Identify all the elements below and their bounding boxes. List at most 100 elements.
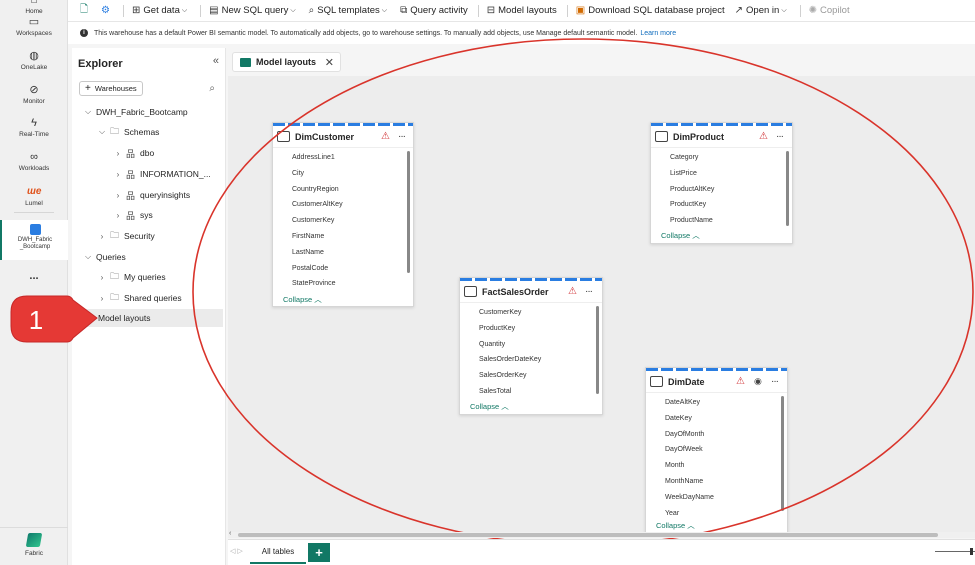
column-item[interactable]: DayOfMonth	[646, 427, 787, 443]
column-item[interactable]: AddressLine1	[273, 150, 413, 166]
query-activity-button[interactable]: ⧉ Query activity	[400, 5, 468, 16]
zoom-slider[interactable]	[935, 548, 975, 555]
rail-lumel[interactable]: ɯe Lumel	[0, 186, 68, 207]
collapse-button[interactable]: Collapse ︿	[661, 230, 700, 241]
column-item[interactable]: ProductKey	[651, 197, 792, 213]
tree-item-schemas[interactable]: ⌵ 🗀 Schemas	[72, 123, 224, 141]
warning-icon[interactable]: ⚠	[736, 376, 745, 387]
column-item[interactable]: CountryRegion	[273, 182, 413, 198]
page-nav-arrows-icon[interactable]: ◁ ▷	[230, 547, 243, 555]
tree-item-information-schema[interactable]: › 品 INFORMATION_...	[72, 165, 224, 183]
column-item[interactable]: Quantity	[460, 337, 602, 353]
collapse-button[interactable]: Collapse ︿	[470, 401, 509, 412]
rail-warehouse[interactable]: DWH_Fabric_Bootcamp	[0, 220, 68, 260]
column-item[interactable]: ProductAltKey	[651, 182, 792, 198]
column-item[interactable]: PostalCode	[273, 261, 413, 277]
settings-button[interactable]: ⚙	[101, 5, 113, 16]
tab-model-layouts[interactable]: Model layouts ✕	[232, 52, 341, 72]
add-layout-button[interactable]: +	[308, 543, 330, 562]
more-options-icon[interactable]: ···	[585, 286, 593, 297]
rail-workspaces[interactable]: ▭ Workspaces	[0, 16, 68, 37]
learn-more-link[interactable]: Learn more	[640, 30, 676, 37]
toolbar: 🗋 ⚙ ⊞ Get data ⌵ ▤ New SQL query ⌵ ⌕ SQL temp…	[68, 0, 975, 22]
copilot-icon: ✺	[808, 5, 818, 16]
column-item[interactable]: DayOfWeek	[646, 442, 787, 458]
download-project-button[interactable]: ▣ Download SQL database project	[576, 5, 725, 16]
close-icon[interactable]: ✕	[325, 56, 334, 69]
scrollbar[interactable]	[596, 306, 599, 394]
column-item[interactable]: ListPrice	[651, 166, 792, 182]
model-canvas[interactable]: DimCustomer ⚠ ··· AddressLine1 City Coun…	[228, 76, 975, 532]
tree-item-my-queries[interactable]: › 🗀 My queries	[72, 268, 224, 286]
column-item[interactable]: Month	[646, 458, 787, 474]
rail-fabric[interactable]: Fabric	[0, 533, 68, 557]
column-item[interactable]: Category	[651, 150, 792, 166]
model-layout-icon	[240, 57, 251, 67]
column-item[interactable]: StateProvince	[273, 276, 413, 292]
warning-icon[interactable]: ⚠	[381, 131, 390, 142]
column-item[interactable]: SalesOrderKey	[460, 368, 602, 384]
column-item[interactable]: City	[273, 166, 413, 182]
folder-icon: 🗀	[110, 126, 120, 136]
tree-item-warehouse[interactable]: ⌵ DWH_Fabric_Bootcamp	[72, 103, 224, 121]
scrollbar[interactable]	[781, 396, 784, 511]
more-options-icon[interactable]: ···	[776, 131, 784, 142]
collapse-button[interactable]: Collapse ︿	[656, 520, 695, 531]
column-item[interactable]: CustomerAltKey	[273, 197, 413, 213]
column-item[interactable]: DateKey	[646, 411, 787, 427]
table-card-dimdate[interactable]: DimDate ⚠ ◉ ··· DateAltKey DateKey DayOf…	[645, 367, 788, 532]
scrollbar[interactable]	[786, 151, 789, 226]
left-rail: ⌂ Home ▭ Workspaces ◍ OneLake ⊘ Monitor …	[0, 0, 68, 565]
model-layouts-button[interactable]: ⊟ Model layouts	[487, 5, 557, 16]
column-item[interactable]: ProductName	[651, 213, 792, 229]
tree-item-queries[interactable]: ⌵ Queries	[72, 248, 224, 266]
table-card-dimproduct[interactable]: DimProduct ⚠ ··· Category ListPrice Prod…	[650, 122, 793, 244]
get-data-button[interactable]: ⊞ Get data ⌵	[132, 5, 190, 16]
tree-item-dbo[interactable]: › 品 dbo	[72, 144, 224, 162]
more-icon[interactable]: ...	[0, 270, 68, 282]
horizontal-scrollbar[interactable]: ‹	[228, 530, 975, 538]
column-item[interactable]: CustomerKey	[273, 213, 413, 229]
warning-icon[interactable]: ⚠	[759, 131, 768, 142]
table-card-dimcustomer[interactable]: DimCustomer ⚠ ··· AddressLine1 City Coun…	[272, 122, 414, 307]
tree-item-sys[interactable]: › 品 sys	[72, 206, 224, 224]
tree-item-security[interactable]: › 🗀 Security	[72, 227, 224, 245]
column-item[interactable]: Year	[646, 506, 787, 522]
add-warehouses-button[interactable]: + Warehouses	[79, 81, 143, 96]
tab-all-tables[interactable]: All tables	[250, 540, 306, 564]
column-item[interactable]: SalesTotal	[460, 384, 602, 400]
sql-templates-button[interactable]: ⌕ SQL templates ⌵	[309, 5, 390, 16]
search-icon[interactable]: ⌕	[209, 83, 215, 94]
scrollbar[interactable]	[407, 151, 410, 273]
rail-home[interactable]: ⌂ Home	[0, 0, 68, 15]
rail-onelake[interactable]: ◍ OneLake	[0, 50, 68, 71]
collapse-button[interactable]: Collapse ︿	[283, 294, 322, 305]
table-card-factsalesorder[interactable]: FactSalesOrder ⚠ ··· CustomerKey Product…	[459, 277, 603, 415]
column-item[interactable]: FirstName	[273, 229, 413, 245]
copilot-button[interactable]: ✺ Copilot	[809, 5, 850, 16]
column-item[interactable]: LastName	[273, 245, 413, 261]
more-options-icon[interactable]: ···	[771, 376, 779, 387]
template-icon: ⌕	[308, 5, 315, 16]
column-item[interactable]: DateAltKey	[646, 395, 787, 411]
column-item[interactable]: ProductKey	[460, 321, 602, 337]
new-item-button[interactable]: 🗋	[80, 2, 91, 19]
warning-icon[interactable]: ⚠	[568, 286, 577, 297]
zoom-slider-knob[interactable]	[970, 548, 973, 555]
scrollbar-thumb[interactable]	[238, 533, 938, 537]
new-sql-query-button[interactable]: ▤ New SQL query ⌵	[209, 5, 298, 16]
column-item[interactable]: CustomerKey	[460, 305, 602, 321]
column-item[interactable]: SalesOrderDateKey	[460, 352, 602, 368]
eye-icon[interactable]: ◉	[754, 376, 762, 387]
chevron-down-icon: ⌵	[781, 6, 787, 14]
rail-monitor[interactable]: ⊘ Monitor	[0, 84, 68, 105]
scroll-left-icon[interactable]: ‹	[229, 530, 231, 537]
collapse-panel-icon[interactable]: «	[213, 55, 219, 67]
column-item[interactable]: MonthName	[646, 474, 787, 490]
open-in-button[interactable]: ↗ Open in ⌵	[735, 5, 790, 16]
rail-workloads[interactable]: ∞ Workloads	[0, 151, 68, 172]
column-item[interactable]: WeekDayName	[646, 490, 787, 506]
tree-item-queryinsights[interactable]: › 品 queryinsights	[72, 186, 224, 204]
more-options-icon[interactable]: ···	[398, 131, 406, 142]
rail-real-time[interactable]: ϟ Real-Time	[0, 117, 68, 138]
